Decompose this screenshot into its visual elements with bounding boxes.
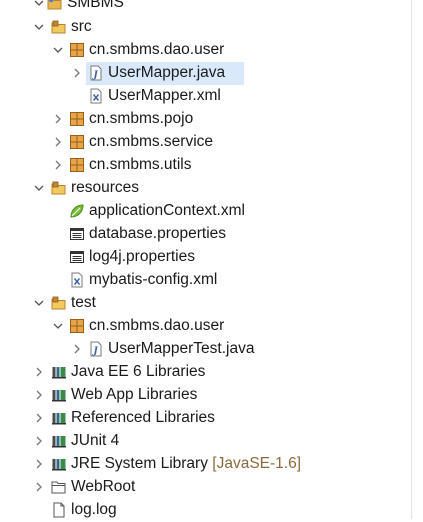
- tree-item-project[interactable]: SMBMS: [0, 0, 423, 15]
- chevron-right-icon[interactable]: [53, 114, 63, 124]
- chevron-down-icon[interactable]: [34, 183, 44, 193]
- tree-item-label: log4j.properties: [89, 248, 195, 265]
- tree-item-label: UserMapper.xml: [108, 87, 221, 104]
- tree-item-test-package-dao-user[interactable]: cn.smbms.dao.user: [0, 315, 423, 338]
- svg-text:J: J: [92, 71, 99, 81]
- tree-item-label: SMBMS: [67, 0, 124, 11]
- chevron-right-icon[interactable]: [34, 413, 44, 423]
- tree-item-label: JUnit 4: [71, 432, 120, 449]
- chevron-right-icon[interactable]: [34, 459, 44, 469]
- package-icon: [69, 111, 85, 127]
- tree-item-label: UserMapperTest.java: [108, 340, 255, 357]
- library-icon: [51, 410, 67, 426]
- chevron-right-icon[interactable]: [34, 436, 44, 446]
- tree-item-label: resources: [71, 179, 140, 196]
- library-icon: [51, 364, 67, 380]
- tree-item-label: cn.smbms.pojo: [89, 110, 194, 127]
- tree-item-label: log.log: [71, 501, 117, 518]
- tree-item-log4j-properties[interactable]: log4j.properties: [0, 246, 423, 269]
- tree-item-package-pojo[interactable]: cn.smbms.pojo: [0, 108, 423, 131]
- chevron-down-icon[interactable]: [34, 298, 44, 308]
- chevron-down-icon[interactable]: [53, 321, 63, 331]
- tree-item-usermapper-java[interactable]: J UserMapper.java: [0, 62, 423, 85]
- chevron-right-icon[interactable]: [72, 344, 82, 354]
- package-explorer-tree: SMBMS src cn.smbms.dao.user J UserMapper…: [0, 0, 423, 519]
- properties-file-icon: [69, 249, 85, 265]
- tree-item-usermapper-xml[interactable]: UserMapper.xml: [0, 85, 423, 108]
- tree-item-label: test: [71, 294, 96, 311]
- tree-item-label: cn.smbms.service: [89, 133, 214, 150]
- jre-library-name: JRE System Library: [71, 455, 208, 472]
- jre-version-decoration: [JavaSE-1.6]: [212, 455, 302, 472]
- chevron-down-icon[interactable]: [34, 0, 44, 8]
- tree-item-webroot[interactable]: WebRoot: [0, 476, 423, 499]
- java-file-icon: J: [88, 65, 104, 81]
- tree-item-usermapper-test[interactable]: J UserMapperTest.java: [0, 338, 423, 361]
- tree-item-label: cn.smbms.dao.user: [89, 41, 225, 58]
- tree-item-database-properties[interactable]: database.properties: [0, 223, 423, 246]
- tree-item-label: cn.smbms.dao.user: [89, 317, 225, 334]
- chevron-right-icon[interactable]: [72, 68, 82, 78]
- tree-item-label: applicationContext.xml: [89, 202, 245, 219]
- chevron-right-icon[interactable]: [53, 137, 63, 147]
- package-icon: [69, 42, 85, 58]
- properties-file-icon: [69, 226, 85, 242]
- chevron-down-icon[interactable]: [53, 45, 63, 55]
- chevron-right-icon[interactable]: [53, 160, 63, 170]
- xml-file-icon: [69, 272, 85, 288]
- spring-leaf-icon: [69, 203, 85, 219]
- chevron-down-icon[interactable]: [34, 22, 44, 32]
- source-folder-icon: [51, 19, 67, 35]
- tree-item-mybatis-config[interactable]: mybatis-config.xml: [0, 269, 423, 292]
- source-folder-icon: [51, 180, 67, 196]
- package-icon: [69, 157, 85, 173]
- tree-item-label: database.properties: [89, 225, 227, 242]
- tree-item-application-context[interactable]: applicationContext.xml: [0, 200, 423, 223]
- source-folder-icon: [51, 295, 67, 311]
- chevron-right-icon[interactable]: [34, 390, 44, 400]
- tree-item-label: Web App Libraries: [71, 386, 198, 403]
- package-icon: [69, 318, 85, 334]
- tree-item-package-dao-user[interactable]: cn.smbms.dao.user: [0, 39, 423, 62]
- tree-item-label: JRE System Library [JavaSE-1.6]: [71, 454, 301, 474]
- library-icon: [51, 433, 67, 449]
- tree-item-jre-library[interactable]: JRE System Library [JavaSE-1.6]: [0, 453, 423, 476]
- tree-item-resources[interactable]: resources: [0, 177, 423, 200]
- tree-item-label: UserMapper.java: [108, 64, 226, 81]
- package-icon: [69, 134, 85, 150]
- library-icon: [51, 387, 67, 403]
- tree-item-label: cn.smbms.utils: [89, 156, 192, 173]
- java-file-icon: J: [88, 341, 104, 357]
- tree-item-src[interactable]: src: [0, 16, 423, 39]
- tree-item-package-utils[interactable]: cn.smbms.utils: [0, 154, 423, 177]
- chevron-right-icon[interactable]: [34, 367, 44, 377]
- text-file-icon: [51, 502, 67, 518]
- tree-item-label: Referenced Libraries: [71, 409, 215, 426]
- tree-item-label: WebRoot: [71, 478, 136, 495]
- svg-text:J: J: [92, 347, 99, 357]
- chevron-right-icon[interactable]: [34, 482, 44, 492]
- project-icon: [47, 0, 63, 11]
- tree-item-junit[interactable]: JUnit 4: [0, 430, 423, 453]
- tree-item-javaee-libraries[interactable]: Java EE 6 Libraries: [0, 361, 423, 384]
- folder-icon: [51, 479, 67, 495]
- xml-file-icon: [88, 88, 104, 104]
- library-icon: [51, 456, 67, 472]
- tree-item-referenced-libraries[interactable]: Referenced Libraries: [0, 407, 423, 430]
- panel-divider: [411, 0, 412, 519]
- tree-item-label: mybatis-config.xml: [89, 271, 218, 288]
- tree-item-package-service[interactable]: cn.smbms.service: [0, 131, 423, 154]
- tree-item-webapp-libraries[interactable]: Web App Libraries: [0, 384, 423, 407]
- tree-item-label: src: [71, 18, 92, 35]
- tree-item-label: Java EE 6 Libraries: [71, 363, 206, 380]
- tree-item-test[interactable]: test: [0, 292, 423, 315]
